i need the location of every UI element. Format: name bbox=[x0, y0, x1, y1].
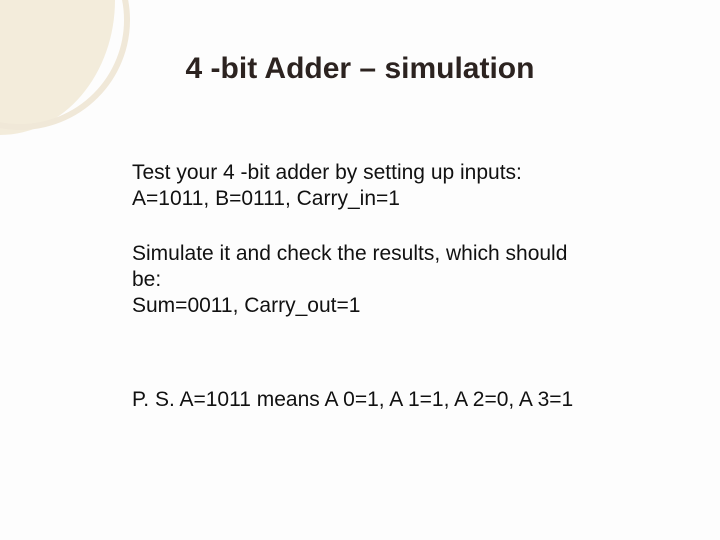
text-line: Sum=0011, Carry_out=1 bbox=[132, 293, 632, 319]
text-line: A=1011, B=0111, Carry_in=1 bbox=[132, 186, 632, 212]
slide: 4 -bit Adder – simulation Test your 4 -b… bbox=[0, 0, 720, 540]
paragraph-ps: P. S. A=1011 means A 0=1, A 1=1, A 2=0, … bbox=[132, 387, 632, 413]
text-line: Test your 4 -bit adder by setting up inp… bbox=[132, 160, 632, 186]
text-line: P. S. A=1011 means A 0=1, A 1=1, A 2=0, … bbox=[132, 387, 632, 413]
slide-title: 4 -bit Adder – simulation bbox=[0, 52, 720, 86]
text-line: Simulate it and check the results, which… bbox=[132, 241, 632, 267]
text-line: be: bbox=[132, 267, 632, 293]
slide-body: Test your 4 -bit adder by setting up inp… bbox=[132, 160, 632, 442]
paragraph-results: Simulate it and check the results, which… bbox=[132, 241, 632, 320]
paragraph-inputs: Test your 4 -bit adder by setting up inp… bbox=[132, 160, 632, 213]
